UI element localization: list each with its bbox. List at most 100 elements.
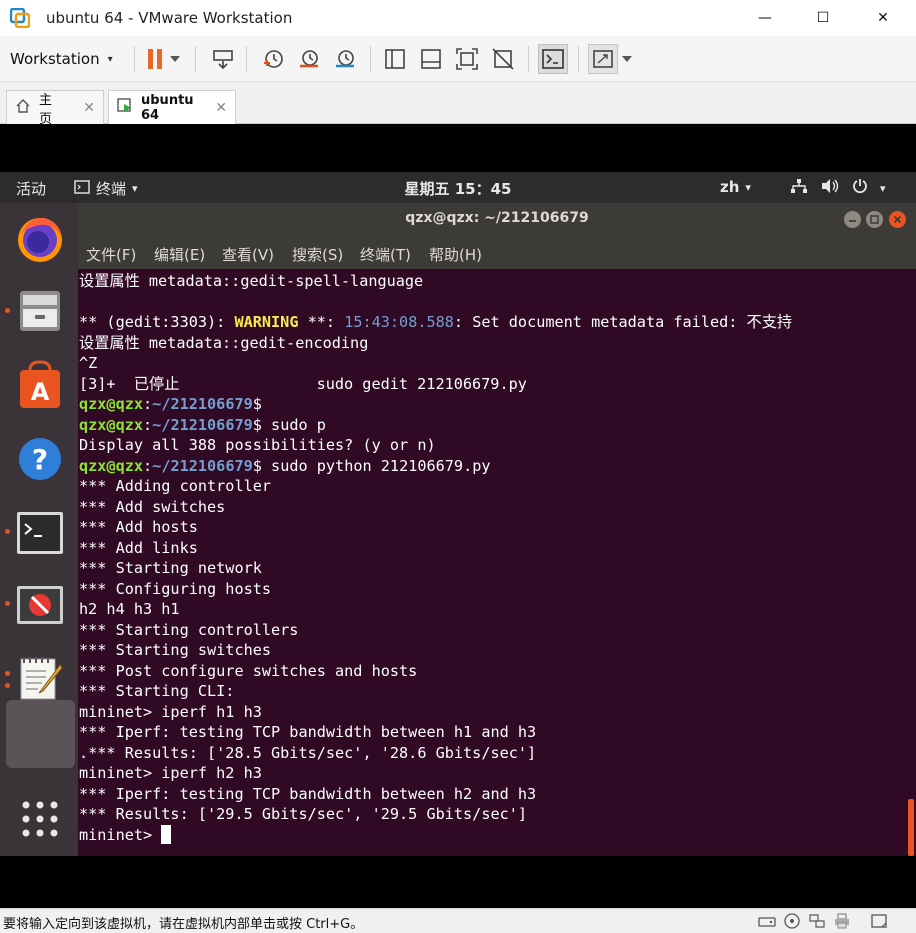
firefox-icon[interactable] — [14, 213, 66, 265]
clock[interactable]: 星期五 15：45 — [405, 178, 512, 199]
help-icon[interactable]: ? — [14, 433, 66, 485]
vmware-logo-icon — [9, 7, 31, 29]
message-log-icon[interactable] — [870, 913, 888, 929]
terminal-line: [3]+ 已停止 sudo gedit 212106679.py — [79, 374, 527, 393]
svg-text:A: A — [31, 378, 50, 406]
show-applications-icon[interactable] — [14, 793, 66, 845]
terminal-line: 设置属性 metadata::gedit-encoding — [79, 333, 369, 352]
full-screen-icon[interactable] — [452, 44, 482, 74]
prompt-path: ~/212106679 — [152, 456, 253, 475]
app-menu[interactable]: 终端 ▾ — [74, 178, 138, 199]
terminal-close-button[interactable] — [889, 211, 906, 228]
workstation-menu-label: Workstation — [10, 50, 100, 68]
terminal-line: *** Iperf: testing TCP bandwidth between… — [79, 723, 537, 741]
terminal-minimize-button[interactable] — [844, 211, 861, 228]
stretch-guest-icon[interactable] — [588, 44, 618, 74]
menu-view[interactable]: 查看(V) — [222, 244, 274, 265]
toolbar-divider — [195, 46, 196, 72]
menu-file[interactable]: 文件(F) — [86, 244, 136, 265]
terminal-line: *** Add links — [79, 538, 198, 557]
running-indicator — [5, 529, 10, 534]
menu-help[interactable]: 帮助(H) — [429, 244, 482, 265]
vm-display-border — [0, 124, 916, 172]
tab-home[interactable]: 主页 ✕ — [6, 90, 104, 127]
terminal-line: 设置属性 metadata::gedit-spell-language — [79, 272, 424, 290]
toolbar-divider — [578, 46, 579, 72]
terminal-line: .*** Results: ['28.5 Gbits/sec', '28.6 G… — [79, 743, 537, 762]
terminal-line: mininet> iperf h1 h3 — [79, 702, 262, 721]
terminal-scrollbar[interactable] — [908, 269, 916, 856]
vm-display-border — [0, 856, 916, 908]
terminal-icon[interactable] — [14, 507, 66, 559]
input-language-menu[interactable]: zh ▾ — [720, 178, 751, 196]
snapshot-manager-icon[interactable] — [330, 44, 360, 74]
revert-snapshot-icon[interactable] — [294, 44, 324, 74]
terminal-maximize-button[interactable] — [866, 211, 883, 228]
terminal-line: *** Starting CLI: — [79, 682, 235, 700]
terminal-line: Display all 388 possibilities? (y or n) — [79, 436, 436, 454]
terminal-titlebar: qzx@qzx: ~/212106679 — [78, 203, 916, 235]
prompt-user: qzx@qzx — [79, 395, 144, 413]
send-ctrl-alt-del-icon[interactable] — [208, 44, 238, 74]
toolbar-divider — [246, 46, 247, 72]
scrollbar-thumb[interactable] — [908, 799, 914, 856]
console-view-icon[interactable] — [538, 44, 568, 74]
minimize-button[interactable]: — — [742, 4, 788, 32]
unity-mode-icon[interactable] — [488, 44, 518, 74]
stretch-dropdown-icon[interactable] — [618, 44, 636, 74]
tab-ubuntu-64[interactable]: ubuntu 64 ✕ — [108, 90, 236, 124]
maximize-button[interactable]: ☐ — [800, 4, 846, 32]
system-monitor-icon[interactable] — [14, 579, 66, 631]
menu-search[interactable]: 搜索(S) — [292, 244, 343, 265]
app-menu-label: 终端 — [96, 180, 127, 198]
ubuntu-software-icon[interactable]: A — [14, 359, 66, 411]
terminal-line: *** Configuring hosts — [79, 579, 272, 598]
toolbar-divider — [370, 46, 371, 72]
mininet-prompt: mininet> — [79, 825, 162, 844]
terminal-app-icon — [74, 179, 90, 198]
printer-icon[interactable] — [833, 913, 851, 929]
close-button[interactable]: ✕ — [860, 4, 906, 32]
chevron-down-icon: ▾ — [880, 181, 886, 195]
terminal-title: qzx@qzx: ~/212106679 — [405, 210, 589, 226]
power-icon — [852, 178, 868, 198]
ubuntu-top-bar: 活动 终端 ▾ 星期五 15：45 zh ▾ ▾ — [0, 172, 916, 203]
ubuntu-dock: A ? — [0, 203, 78, 856]
tab-close-icon[interactable]: ✕ — [215, 100, 227, 116]
chevron-down-icon: ▾ — [107, 53, 113, 65]
workstation-menu[interactable]: Workstation ▾ — [0, 44, 123, 74]
cd-drive-icon[interactable] — [783, 913, 801, 929]
running-indicator — [5, 671, 10, 676]
window-titlebar: ubuntu 64 - VMware Workstation — ☐ ✕ — [0, 0, 916, 36]
running-indicator — [5, 601, 10, 606]
pause-dropdown-icon[interactable] — [166, 44, 184, 74]
terminal-line: *** Iperf: testing TCP bandwidth between… — [79, 784, 537, 803]
terminal-line: *** Starting controllers — [79, 620, 299, 639]
chevron-down-icon: ▾ — [132, 182, 138, 195]
system-menu[interactable]: ▾ — [790, 178, 886, 198]
terminal-line: *** Add switches — [79, 497, 226, 516]
prompt-command: $ — [252, 395, 262, 413]
network-adapter-icon[interactable] — [808, 913, 826, 929]
menu-terminal[interactable]: 终端(T) — [360, 244, 411, 265]
prompt-separator: : — [143, 395, 153, 413]
text-editor-icon[interactable] — [14, 651, 66, 703]
show-library-icon[interactable] — [380, 44, 410, 74]
hard-disk-icon[interactable] — [758, 913, 776, 929]
svg-text:?: ? — [32, 443, 48, 476]
prompt-separator: : — [143, 415, 153, 434]
tab-close-icon[interactable]: ✕ — [83, 100, 95, 116]
activities-button[interactable]: 活动 — [16, 178, 46, 199]
files-icon[interactable] — [14, 285, 66, 337]
thumbnail-bar-icon[interactable] — [416, 44, 446, 74]
toolbar: Workstation ▾ — [0, 36, 916, 82]
volume-icon — [820, 178, 840, 198]
snapshot-icon[interactable] — [258, 44, 288, 74]
menu-edit[interactable]: 编辑(E) — [154, 244, 205, 265]
terminal-line: ** (gedit:3303): WARNING **: 15:43:08.58… — [79, 312, 908, 333]
toolbar-divider — [134, 46, 135, 72]
terminal-line: *** Results: ['29.5 Gbits/sec', '29.5 Gb… — [79, 805, 528, 823]
terminal-output[interactable]: 设置属性 metadata::gedit-spell-language** (g… — [78, 269, 908, 856]
dock-active-highlight — [6, 700, 75, 768]
